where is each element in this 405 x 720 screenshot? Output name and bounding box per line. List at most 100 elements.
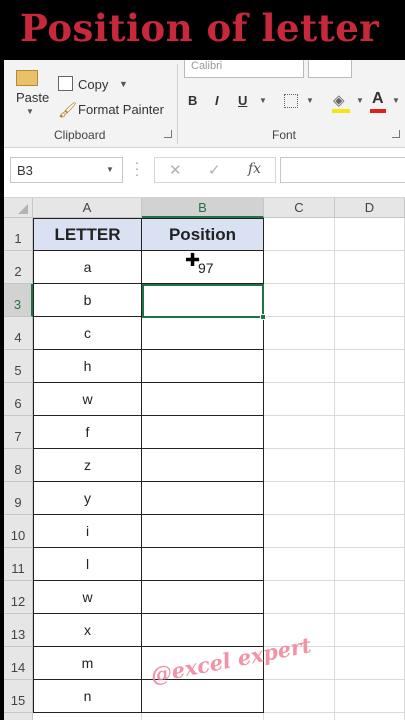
formula-bar-grip-icon[interactable]: · · ·	[134, 155, 140, 181]
cell-a8[interactable]: z	[33, 449, 142, 482]
cell-a4[interactable]: c	[33, 317, 142, 350]
column-header-d[interactable]: D	[335, 198, 405, 218]
cell-a13[interactable]: x	[33, 614, 142, 647]
font-size-select[interactable]	[308, 60, 352, 78]
cell-b13[interactable]	[142, 614, 264, 647]
fill-color-icon[interactable]: ◈	[333, 91, 345, 109]
cell-b6[interactable]	[142, 383, 264, 416]
cell-b4[interactable]	[142, 317, 264, 350]
row-header[interactable]: 9	[4, 482, 33, 515]
bold-button[interactable]: B	[188, 93, 197, 108]
cell-d14[interactable]	[335, 647, 405, 680]
italic-button[interactable]: I	[215, 93, 219, 108]
cancel-icon[interactable]: ✕	[169, 161, 182, 179]
font-color-dropdown-icon[interactable]: ▼	[392, 96, 400, 105]
paste-icon[interactable]	[16, 70, 38, 86]
cell-c5[interactable]	[264, 350, 335, 383]
cell-c8[interactable]	[264, 449, 335, 482]
cell-c7[interactable]	[264, 416, 335, 449]
cell-a5[interactable]: h	[33, 350, 142, 383]
row-header[interactable]: 3	[4, 284, 33, 317]
cell-a15[interactable]: n	[33, 680, 142, 713]
row-header[interactable]: 10	[4, 515, 33, 548]
cell-b8[interactable]	[142, 449, 264, 482]
cell-d10[interactable]	[335, 515, 405, 548]
borders-icon[interactable]	[284, 94, 298, 108]
cell-d1[interactable]	[335, 218, 405, 251]
cell-d16[interactable]	[335, 713, 405, 720]
cell-d7[interactable]	[335, 416, 405, 449]
enter-icon[interactable]: ✓	[208, 161, 221, 179]
cell-d3[interactable]	[335, 284, 405, 317]
underline-button[interactable]: U	[238, 93, 247, 108]
row-header[interactable]: 11	[4, 548, 33, 581]
paste-button[interactable]: Paste	[16, 90, 49, 105]
cell-b12[interactable]	[142, 581, 264, 614]
row-header[interactable]: 14	[4, 647, 33, 680]
row-header[interactable]: 15	[4, 680, 33, 713]
copy-button[interactable]: Copy	[78, 77, 108, 92]
cell-a11[interactable]: l	[33, 548, 142, 581]
cell-b5[interactable]	[142, 350, 264, 383]
copy-dropdown-icon[interactable]: ▼	[119, 79, 128, 89]
worksheet-grid[interactable]: A B C D 1 LETTER Position 2 a 3 b 4 c 5 h 6 w 7 f 8 z 9 y 1…	[4, 198, 405, 720]
cell-c16[interactable]	[264, 713, 335, 720]
row-header[interactable]: 1	[4, 218, 33, 251]
row-header[interactable]: 5	[4, 350, 33, 383]
format-painter-button[interactable]: Format Painter	[78, 102, 164, 117]
cell-d8[interactable]	[335, 449, 405, 482]
cell-a7[interactable]: f	[33, 416, 142, 449]
cell-a2[interactable]: a	[33, 251, 142, 284]
name-box-dropdown-icon[interactable]: ▼	[106, 165, 114, 174]
cell-d2[interactable]	[335, 251, 405, 284]
column-header-a[interactable]: A	[33, 198, 142, 218]
cell-c3[interactable]	[264, 284, 335, 317]
row-header[interactable]: 6	[4, 383, 33, 416]
cell-c12[interactable]	[264, 581, 335, 614]
cell-b11[interactable]	[142, 548, 264, 581]
cell-a3[interactable]: b	[33, 284, 142, 317]
cell-c15[interactable]	[264, 680, 335, 713]
cell-a12[interactable]: w	[33, 581, 142, 614]
cell-a1[interactable]: LETTER	[33, 218, 142, 251]
font-color-button[interactable]: A	[372, 90, 384, 108]
cell-d5[interactable]	[335, 350, 405, 383]
column-header-c[interactable]: C	[264, 198, 335, 218]
fill-handle[interactable]	[260, 314, 266, 320]
cell-d12[interactable]	[335, 581, 405, 614]
underline-dropdown-icon[interactable]: ▼	[259, 96, 267, 105]
row-header[interactable]: 12	[4, 581, 33, 614]
cell-b1[interactable]: Position	[142, 218, 264, 251]
borders-dropdown-icon[interactable]: ▼	[306, 96, 314, 105]
cell-c9[interactable]	[264, 482, 335, 515]
cell-d13[interactable]	[335, 614, 405, 647]
column-header-b[interactable]: B	[142, 198, 264, 218]
copy-icon[interactable]	[58, 76, 73, 91]
insert-function-button[interactable]: fx	[248, 161, 261, 177]
cell-c10[interactable]	[264, 515, 335, 548]
font-name-select[interactable]: Calibri	[184, 60, 304, 78]
row-header[interactable]: 13	[4, 614, 33, 647]
cell-d15[interactable]	[335, 680, 405, 713]
cell-c11[interactable]	[264, 548, 335, 581]
cell-c2[interactable]	[264, 251, 335, 284]
row-header[interactable]: 16	[4, 713, 33, 720]
cell-d9[interactable]	[335, 482, 405, 515]
cell-b10[interactable]	[142, 515, 264, 548]
row-header[interactable]: 7	[4, 416, 33, 449]
cell-d11[interactable]	[335, 548, 405, 581]
cell-c1[interactable]	[264, 218, 335, 251]
cell-a14[interactable]: m	[33, 647, 142, 680]
font-launcher-icon[interactable]	[392, 130, 400, 138]
cell-b16[interactable]	[142, 713, 264, 720]
format-painter-icon[interactable]: 🖌	[58, 101, 77, 119]
row-header[interactable]: 4	[4, 317, 33, 350]
cell-a16[interactable]	[33, 713, 142, 720]
cell-c4[interactable]	[264, 317, 335, 350]
cell-b7[interactable]	[142, 416, 264, 449]
paste-dropdown-icon[interactable]: ▼	[26, 107, 34, 116]
select-all-button[interactable]	[4, 198, 33, 218]
cell-a10[interactable]: i	[33, 515, 142, 548]
formula-input[interactable]	[280, 157, 405, 183]
row-header[interactable]: 8	[4, 449, 33, 482]
